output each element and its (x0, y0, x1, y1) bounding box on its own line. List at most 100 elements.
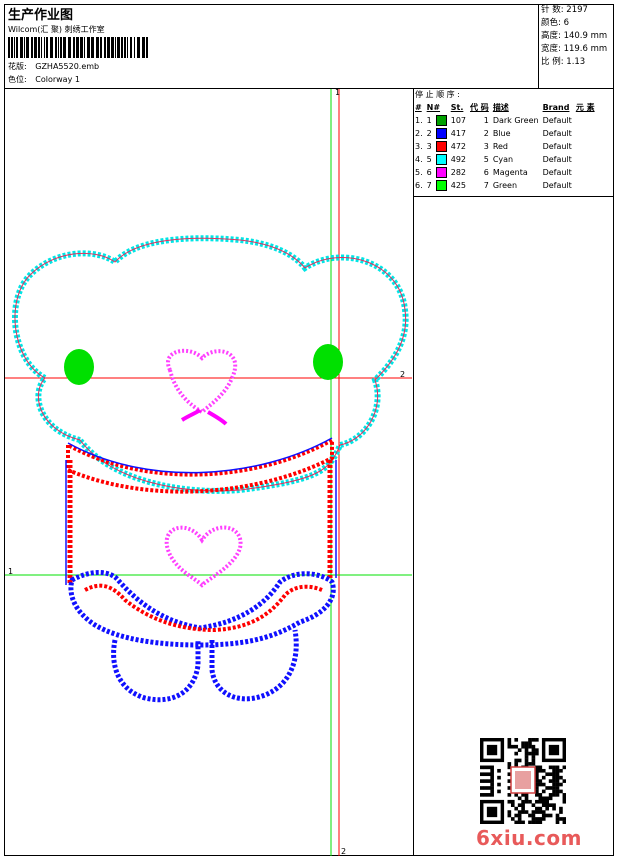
qr-module (524, 741, 529, 746)
qr-module (555, 786, 560, 790)
qr-module (483, 779, 488, 783)
qr-module (486, 793, 491, 797)
qr-module (531, 751, 536, 756)
qr-module (510, 817, 515, 821)
qr-module (514, 751, 519, 756)
qr-module (480, 793, 484, 797)
qr-finder (548, 744, 560, 756)
qr-module (552, 803, 556, 807)
qr-module (541, 796, 546, 801)
qr-module (555, 820, 560, 824)
qr-module (555, 768, 560, 773)
qr-module (538, 768, 543, 773)
qr-module (535, 738, 539, 742)
qr-module (517, 803, 522, 807)
qr-module (521, 803, 525, 807)
left-leg (111, 639, 201, 703)
qr-module (548, 779, 553, 783)
qr-module (552, 786, 556, 790)
qr-module (531, 738, 536, 742)
guide-label-bottom: 2 (341, 847, 347, 856)
qr-module (524, 796, 529, 801)
qr-module (497, 775, 501, 780)
guide-label-right: 2 (400, 370, 406, 379)
qr-code (480, 738, 566, 824)
qr-module (531, 744, 536, 749)
qr-module (507, 810, 512, 814)
qr-module (535, 799, 539, 804)
qr-module (552, 789, 556, 794)
qr-module (531, 748, 536, 752)
qr-module (517, 796, 522, 801)
qr-module (541, 817, 546, 821)
qr-module (555, 789, 560, 794)
qr-module (514, 820, 519, 824)
qr-module (514, 813, 519, 818)
qr-module (559, 817, 563, 821)
qr-module (510, 799, 515, 804)
qr-module (548, 796, 553, 801)
qr-module (559, 782, 563, 787)
qr-module (490, 793, 494, 797)
qr-module (531, 758, 536, 763)
right-eye (313, 344, 343, 380)
qr-module (545, 806, 549, 811)
qr-module (535, 751, 539, 756)
qr-module (535, 810, 539, 814)
qr-module (497, 782, 501, 787)
qr-module (524, 762, 529, 766)
guide-label-top: 1 (335, 88, 341, 97)
qr-module (490, 775, 494, 780)
qr-module (524, 748, 529, 752)
qr-module (486, 779, 491, 783)
qr-module (541, 799, 546, 804)
qr-module (490, 765, 494, 770)
qr-module (480, 765, 484, 770)
guide-label-left: 1 (8, 567, 14, 576)
qr-module (545, 813, 549, 818)
qr-module (552, 768, 556, 773)
qr-module (480, 779, 484, 783)
qr-module (507, 813, 512, 818)
qr-module (514, 762, 519, 766)
qr-module (531, 803, 536, 807)
qr-module (497, 789, 501, 794)
qr-module (559, 775, 563, 780)
qr-module (555, 779, 560, 783)
qr-module (555, 813, 560, 818)
qr-module (524, 758, 529, 763)
qr-module (538, 817, 543, 821)
qr-module (545, 799, 549, 804)
watermark-logo: 6xiu.com (476, 826, 582, 850)
qr-module (562, 796, 566, 801)
qr-module (538, 799, 543, 804)
qr-module (507, 741, 512, 746)
qr-module (541, 782, 546, 787)
qr-module (548, 803, 553, 807)
qr-module (510, 744, 515, 749)
qr-module (507, 762, 512, 766)
qr-module (486, 786, 491, 790)
qr-module (552, 765, 556, 770)
apron-band-blue (67, 437, 333, 474)
qr-module (507, 744, 512, 749)
qr-module (531, 755, 536, 759)
embroidery-design (5, 89, 412, 856)
qr-module (514, 758, 519, 763)
qr-module (480, 772, 484, 777)
qr-module (559, 806, 563, 811)
qr-module (562, 820, 566, 824)
qr-module (490, 786, 494, 790)
qr-module (535, 748, 539, 752)
qr-module (555, 782, 560, 787)
qr-module (552, 775, 556, 780)
qr-module (538, 765, 543, 770)
qr-module (555, 793, 560, 797)
heart-outline (164, 525, 243, 588)
qr-module (483, 772, 488, 777)
qr-module (538, 782, 543, 787)
qr-module (548, 786, 553, 790)
qr-module (538, 806, 543, 811)
qr-module (559, 789, 563, 794)
qr-module (541, 810, 546, 814)
